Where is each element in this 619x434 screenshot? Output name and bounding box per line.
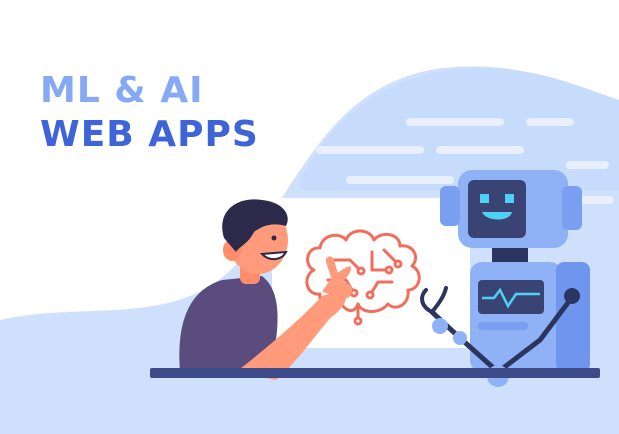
headline-line-2: WEB APPS [40, 114, 259, 155]
hero-banner: ML & AI WEB APPS [0, 0, 619, 434]
background-blob-top [300, 67, 619, 190]
headline: ML & AI WEB APPS [40, 70, 259, 158]
headline-line-1: ML & AI [40, 70, 204, 111]
table-surface [150, 368, 600, 378]
hero-illustration [0, 66, 619, 434]
